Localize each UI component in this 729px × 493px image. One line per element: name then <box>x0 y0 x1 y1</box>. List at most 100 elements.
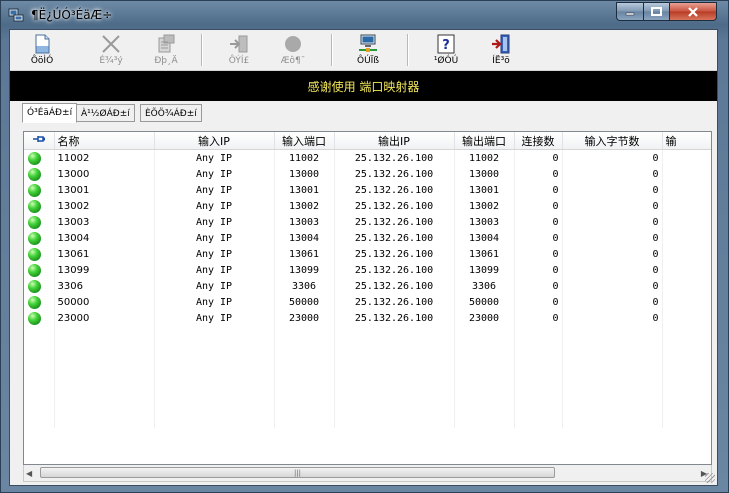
status-active-icon <box>28 215 41 229</box>
start-button[interactable]: Æô¶¯ <box>276 32 310 68</box>
name-column-header[interactable]: 名称 <box>54 132 155 150</box>
scroll-left-icon[interactable]: ◀ <box>26 469 32 478</box>
row-bytes-out <box>662 246 711 262</box>
empty-cell <box>662 394 711 411</box>
delete-button[interactable]: É¾³ý <box>94 32 128 68</box>
row-input-ip: Any IP <box>154 262 275 278</box>
pause-button[interactable]: ÔÝÍ£ <box>222 32 256 68</box>
row-input-port: 23000 <box>274 310 335 326</box>
delete-x-icon <box>102 35 120 53</box>
empty-cell <box>562 394 663 411</box>
table-row[interactable]: 13004 Any IP 13004 25.132.26.100 13004 0 0 <box>24 230 711 246</box>
table-row[interactable]: 11002 Any IP 11002 25.132.26.100 11002 0 0 <box>24 149 711 166</box>
maximize-button[interactable] <box>643 2 670 21</box>
row-name: 23000 <box>54 310 155 326</box>
row-input-port: 13061 <box>274 246 335 262</box>
row-output-port: 13004 <box>454 230 515 246</box>
status-active-icon <box>28 247 41 261</box>
status-cell <box>24 166 55 182</box>
status-column-header[interactable] <box>24 132 55 150</box>
row-output-ip: 25.132.26.100 <box>334 230 455 246</box>
scroll-thumb[interactable]: ||| <box>40 467 555 478</box>
empty-cell <box>454 326 515 343</box>
svg-text:?: ? <box>442 38 450 53</box>
empty-row <box>24 377 711 394</box>
window-title: ¶Ë¿ÚÓ³ÉäÆ÷ <box>31 8 113 22</box>
exit-button[interactable]: ÍË³ö <box>484 32 518 68</box>
row-bytes-out <box>662 230 711 246</box>
table-row[interactable]: 13003 Any IP 13003 25.132.26.100 13003 0 0 <box>24 214 711 230</box>
row-name: 50000 <box>54 294 155 310</box>
empty-cell <box>454 360 515 377</box>
row-bytes-out <box>662 278 711 294</box>
row-output-port: 13000 <box>454 166 515 182</box>
status-active-icon <box>28 183 41 197</box>
output-ip-column-header[interactable]: 输出IP <box>334 132 455 150</box>
tab-label: Ó³ÉäÁÐ±í <box>27 108 73 118</box>
empty-cell <box>562 377 663 394</box>
table-row[interactable]: 13061 Any IP 13061 25.132.26.100 13061 0 0 <box>24 246 711 262</box>
empty-cell <box>54 343 155 360</box>
connections-column-header[interactable]: 连接数 <box>514 132 563 150</box>
empty-cell <box>274 394 335 411</box>
row-output-port: 13061 <box>454 246 515 262</box>
table-row[interactable]: 13000 Any IP 13000 25.132.26.100 13000 0 0 <box>24 166 711 182</box>
tab-intercept-list[interactable]: À¹½ØÁÐ±í <box>76 104 135 122</box>
tab-label: ÈÕÖ¾ÁÐ±í <box>145 109 197 119</box>
row-input-ip: Any IP <box>154 294 275 310</box>
horizontal-scrollbar[interactable]: ◀ ||| ▶ <box>23 465 712 482</box>
table-row[interactable]: 23000 Any IP 23000 25.132.26.100 23000 0 0 <box>24 310 711 326</box>
empty-cell <box>454 411 515 428</box>
row-connections: 0 <box>514 166 563 182</box>
input-port-column-header[interactable]: 输入端口 <box>274 132 335 150</box>
online-button[interactable]: ÔÚÏß <box>351 32 385 68</box>
row-output-port: 13001 <box>454 182 515 198</box>
row-name: 13001 <box>54 182 155 198</box>
row-name: 13099 <box>54 262 155 278</box>
add-label: ÔöÌÓ <box>30 56 54 66</box>
row-output-ip: 25.132.26.100 <box>334 246 455 262</box>
close-button[interactable] <box>669 2 717 21</box>
add-button[interactable]: ÔöÌÓ <box>26 32 58 68</box>
output-port-column-header[interactable]: 输出端口 <box>454 132 515 150</box>
row-input-port: 3306 <box>274 278 335 294</box>
empty-cell <box>662 411 711 428</box>
tab-label: À¹½ØÁÐ±í <box>81 109 130 119</box>
table-row[interactable]: 50000 Any IP 50000 25.132.26.100 50000 0 0 <box>24 294 711 310</box>
row-input-port: 13099 <box>274 262 335 278</box>
row-output-ip: 25.132.26.100 <box>334 182 455 198</box>
empty-cell <box>334 394 455 411</box>
pin-icon <box>32 136 45 142</box>
empty-cell <box>154 343 275 360</box>
row-output-ip: 25.132.26.100 <box>334 294 455 310</box>
row-connections: 0 <box>514 278 563 294</box>
start-circle-icon <box>285 36 301 52</box>
row-bytes-in: 0 <box>562 294 663 310</box>
tab-mapping-list[interactable]: Ó³ÉäÁÐ±í <box>22 103 78 123</box>
row-bytes-in: 0 <box>562 278 663 294</box>
empty-cell <box>154 360 275 377</box>
minimize-button[interactable] <box>616 2 644 21</box>
table-row[interactable]: 13002 Any IP 13002 25.132.26.100 13002 0 0 <box>24 198 711 214</box>
about-button[interactable]: ? ¹ØÓÚ <box>429 32 463 68</box>
bytes-out-column-header[interactable]: 输 <box>662 132 711 150</box>
bytes-in-column-header[interactable]: 输入字节数 <box>562 132 663 150</box>
resize-grip-icon[interactable] <box>705 473 715 483</box>
toolbar-separator <box>331 34 333 66</box>
row-input-port: 11002 <box>274 149 335 166</box>
table-row[interactable]: 13099 Any IP 13099 25.132.26.100 13099 0 0 <box>24 262 711 278</box>
edit-button[interactable]: Ðþ¸Ä <box>149 32 183 68</box>
input-ip-column-header[interactable]: 输入IP <box>154 132 275 150</box>
exit-label: ÍË³ö <box>492 56 510 66</box>
empty-cell <box>24 377 55 394</box>
title-bar[interactable]: ¶Ë¿ÚÓ³ÉäÆ÷ <box>1 1 728 29</box>
row-bytes-in: 0 <box>562 246 663 262</box>
row-connections: 0 <box>514 262 563 278</box>
table-row[interactable]: 13001 Any IP 13001 25.132.26.100 13001 0 0 <box>24 182 711 198</box>
tab-log-list[interactable]: ÈÕÖ¾ÁÐ±í <box>140 104 202 122</box>
table-row[interactable]: 3306 Any IP 3306 25.132.26.100 3306 0 0 <box>24 278 711 294</box>
empty-row <box>24 394 711 411</box>
row-output-port: 3306 <box>454 278 515 294</box>
empty-cell <box>514 377 563 394</box>
status-active-icon <box>28 167 41 181</box>
